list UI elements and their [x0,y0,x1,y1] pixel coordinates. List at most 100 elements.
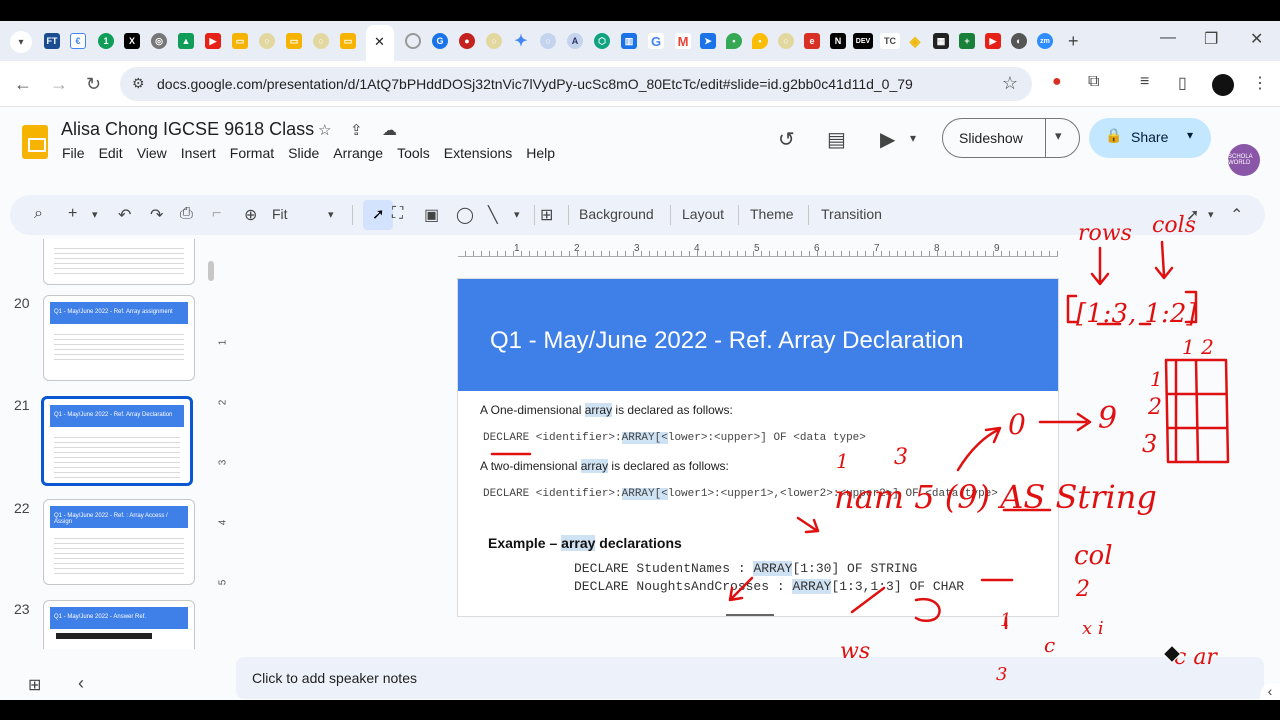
loading-icon[interactable] [405,33,421,49]
back-icon[interactable]: ← [14,74,32,95]
slide-title-box[interactable]: Q1 - May/June 2022 - Ref. Array Declarat… [458,279,1058,391]
slide-thumbnail-22[interactable]: Q1 - May/June 2022 - Ref. : Array Access… [43,499,195,585]
one-dim-code[interactable]: DECLARE <identifier>:ARRAY[<lower>:<uppe… [483,432,866,444]
pen-mode-icon[interactable]: ➚ [1186,205,1199,225]
new-slide-dropdown-icon[interactable]: ▾ [92,208,98,221]
slides-icon[interactable]: ▭ [286,33,302,49]
chrome-icon[interactable]: ○ [259,33,275,49]
menu-file[interactable]: File [62,145,85,161]
puzzle-icon[interactable]: ⧉ [1088,73,1099,91]
background-button[interactable]: Background [579,206,654,222]
send-icon[interactable]: ➤ [700,33,716,49]
two-dim-code[interactable]: DECLARE <identifier>:ARRAY[<lower1>:<upp… [483,488,998,500]
tab-search-icon[interactable]: ▾ [10,31,32,53]
site-info-icon[interactable]: ⚙ [132,75,145,92]
circle-icon[interactable]: ○ [540,33,556,49]
comments-icon[interactable]: ▤ [827,127,846,152]
tab-close-icon[interactable]: ✕ [374,34,385,50]
book-icon[interactable]: ▥ [621,33,637,49]
print-icon[interactable]: ⎙ [180,205,193,223]
slides-icon[interactable]: ▭ [340,33,356,49]
menu-insert[interactable]: Insert [181,145,216,161]
undo-icon[interactable]: ↶ [118,205,131,225]
slide-thumbnail-21[interactable]: Q1 - May/June 2022 - Ref. Array Declarat… [41,396,193,486]
bookmark-star-icon[interactable]: ☆ [1002,73,1018,94]
star-icon[interactable]: ☆ [318,121,331,139]
meet-icon[interactable]: ▶ [880,127,895,152]
menu-slide[interactable]: Slide [288,145,319,161]
menu-edit[interactable]: Edit [99,145,123,161]
binance-icon[interactable]: ◈ [907,33,923,49]
slide-canvas[interactable]: Q1 - May/June 2022 - Ref. Array Declarat… [458,279,1058,616]
chrome-icon[interactable]: ○ [486,33,502,49]
two-dim-text[interactable]: A two-dimensional array is declared as f… [480,459,729,473]
image-icon[interactable]: ▣ [424,205,439,225]
doc-title[interactable]: Alisa Chong IGCSE 9618 Class [61,119,314,140]
collapse-filmstrip-icon[interactable]: ‹ [78,673,84,694]
extension-icon[interactable]: ● [1052,73,1062,91]
tc-icon[interactable]: TC [880,33,900,49]
transition-button[interactable]: Transition [821,206,882,222]
slide-thumbnail-23[interactable]: Q1 - May/June 2022 - Answer Ref. [43,600,195,649]
youtube-icon[interactable]: ▶ [205,33,221,49]
redo-icon[interactable]: ↷ [150,205,163,225]
drive-icon[interactable]: ▲ [178,33,194,49]
menu-help[interactable]: Help [526,145,555,161]
grid-view-icon[interactable]: ⊞ [28,675,41,695]
speaker-notes-placeholder[interactable]: Click to add speaker notes [252,670,417,686]
notion-icon[interactable]: N [830,33,846,49]
menu-format[interactable]: Format [230,145,274,161]
x-icon[interactable]: X [124,33,140,49]
omnibox[interactable]: ⚙ docs.google.com/presentation/d/1AtQ7bP… [120,67,1032,101]
one-dim-text[interactable]: A One-dimensional array is declared as f… [480,403,733,417]
select-tool[interactable]: ➚ [363,200,393,230]
slideshow-dropdown-icon[interactable]: ▾ [1055,128,1062,144]
example-heading[interactable]: Example – array declarations [488,535,682,551]
gmail-icon[interactable]: M [675,33,691,49]
slide-thumbnail-20[interactable]: Q1 - May/June 2022 - Ref. Array assignme… [43,295,195,381]
slide-thumbnail-19[interactable] [43,239,195,285]
history-icon[interactable]: ↺ [778,127,795,152]
paint-format-icon[interactable]: ⌐ [212,205,221,223]
restore-icon[interactable]: ❐ [1204,29,1218,49]
globe-icon[interactable]: ◎ [151,33,167,49]
dev-icon[interactable]: DEV [853,33,873,49]
google-icon[interactable]: G [648,33,664,49]
avatar[interactable]: SCHOLA WORLD [1228,144,1260,176]
one-icon[interactable]: 1 [98,33,114,49]
active-tab[interactable]: ✕ [366,25,394,61]
cloud-status-icon[interactable]: ☁ [382,121,397,139]
world-icon[interactable]: ◐ [1011,33,1027,49]
zoom-dropdown-icon[interactable]: ▾ [328,208,334,221]
zoom-select[interactable]: Fit [272,206,288,222]
maps-icon[interactable]: • [726,33,742,49]
reload-icon[interactable]: ↻ [86,74,101,95]
doc-icon[interactable]: € [70,33,86,49]
example-line-2[interactable]: DECLARE NoughtsAndCrosses : ARRAY[1:3,1:… [574,579,964,594]
menu-extensions[interactable]: Extensions [444,145,512,161]
menu-kebab-icon[interactable]: ⋮ [1252,73,1268,93]
chrome-icon[interactable]: ○ [313,33,329,49]
url-text[interactable]: docs.google.com/presentation/d/1AtQ7bPHd… [157,76,913,92]
chrome-icon[interactable]: ○ [778,33,794,49]
search-menus-icon[interactable]: ⌕ [34,205,43,223]
ft-icon[interactable]: FT [44,33,60,49]
collapse-toolbar-icon[interactable]: ⌃ [1230,205,1243,225]
new-tab-button[interactable]: + [1068,31,1079,52]
zoom-icon[interactable]: ⊕ [244,205,257,225]
frame-icon[interactable]: ⛶ [392,205,403,223]
forward-icon[interactable]: → [50,74,68,95]
speaker-notes[interactable]: Click to add speaker notes [236,657,1264,699]
grid-icon[interactable]: ▦ [933,33,949,49]
comment-add-icon[interactable]: ⊞ [540,205,553,225]
slideshow-button[interactable]: Slideshow ▾ [942,118,1080,158]
menu-tools[interactable]: Tools [397,145,430,161]
example-line-1[interactable]: DECLARE StudentNames : ARRAY[1:30] OF ST… [574,561,917,576]
line-dropdown-icon[interactable]: ▾ [514,208,520,221]
g-icon[interactable]: G [432,33,448,49]
share-button[interactable]: 🔒 Share ▾ [1089,118,1211,158]
theme-button[interactable]: Theme [750,206,794,222]
pen-dropdown-icon[interactable]: ▾ [1208,208,1214,221]
layout-button[interactable]: Layout [682,206,724,222]
youtube-icon[interactable]: ▶ [985,33,1001,49]
